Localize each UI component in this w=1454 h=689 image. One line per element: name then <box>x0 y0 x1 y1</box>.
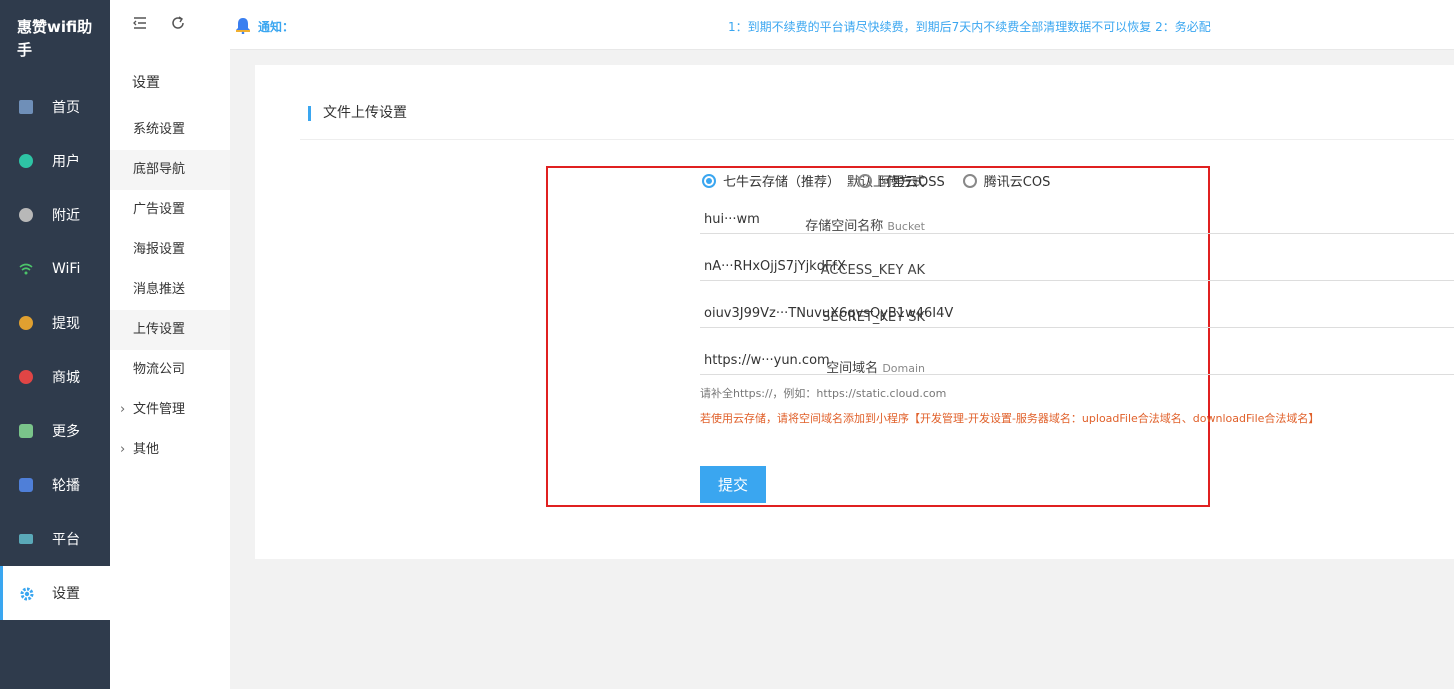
collapse-menu-icon[interactable] <box>132 15 148 35</box>
sub-item-other[interactable]: › 其他 <box>110 430 230 470</box>
nav-item-label: 用户 <box>52 154 80 170</box>
wifi-icon <box>19 262 33 276</box>
nav-item-wifi[interactable]: WiFi <box>0 242 110 296</box>
sub-item-logistics[interactable]: 物流公司 <box>110 350 230 390</box>
section-title: 文件上传设置 <box>308 106 407 121</box>
nav-item-settings[interactable]: 设置 <box>0 566 110 620</box>
upload-settings-card: 文件上传设置 默认上传方式 七牛云存储（推荐） 阿里云OSS 腾讯云COS 存储… <box>255 65 1454 559</box>
nav-item-label: 首页 <box>52 100 80 116</box>
sub-item-label: 文件管理 <box>133 402 186 417</box>
radio-label: 腾讯云COS <box>983 175 1051 190</box>
subnav-toolbar <box>110 0 230 50</box>
location-icon <box>19 208 33 222</box>
refresh-icon[interactable] <box>170 15 186 36</box>
nav-item-label: 轮播 <box>52 478 80 494</box>
coin-icon <box>19 316 33 330</box>
nav-item-home[interactable]: 首页 <box>0 80 110 134</box>
home-icon <box>19 100 33 114</box>
nav-item-shop[interactable]: 商城 <box>0 350 110 404</box>
carousel-icon <box>19 478 33 492</box>
nav-item-label: 提现 <box>52 316 80 332</box>
nav-item-label: 商城 <box>52 370 80 386</box>
nav-item-withdraw[interactable]: 提现 <box>0 296 110 350</box>
app-brand: 惠赞wifi助手 <box>17 18 93 59</box>
bell-icon <box>234 16 250 35</box>
notice-marquee: 1：到期不续费的平台请尽快续费，到期后7天内不续费全部清理数据不可以恢复 2：务… <box>728 20 1211 34</box>
nav-item-more[interactable]: 更多 <box>0 404 110 458</box>
radio-label: 阿里云OSS <box>879 175 945 190</box>
main-sidebar: 惠赞wifi助手 首页 用户 附近 WiFi 提现 商城 更多 轮播 平台 设置 <box>0 0 110 689</box>
domain-hint: 请补全https://，例如：https://static.cloud.com <box>700 387 947 400</box>
secret-key-input[interactable] <box>700 300 1454 328</box>
sub-item-label: 其他 <box>133 442 160 457</box>
domain-warning: 若使用云存储，请将空间域名添加到小程序【开发管理-开发设置-服务器域名：uplo… <box>700 412 1320 425</box>
monitor-icon <box>19 534 33 544</box>
nav-item-label: 附近 <box>52 208 80 224</box>
top-bar: 通知： 1：到期不续费的平台请尽快续费，到期后7天内不续费全部清理数据不可以恢复… <box>230 0 1454 50</box>
nav-item-carousel[interactable]: 轮播 <box>0 458 110 512</box>
sub-item-ads[interactable]: 广告设置 <box>110 190 230 230</box>
radio-tencent-cos[interactable]: 腾讯云COS <box>962 171 1051 190</box>
radio-unchecked-icon <box>962 173 977 188</box>
submit-button[interactable]: 提交 <box>700 466 766 503</box>
grid-icon <box>19 424 33 438</box>
subnav-title: 设置 <box>132 75 160 91</box>
nav-item-platform[interactable]: 平台 <box>0 512 110 566</box>
access-key-input[interactable] <box>700 253 1454 281</box>
gear-icon <box>19 586 34 601</box>
radio-checked-icon <box>702 173 716 188</box>
sub-item-poster[interactable]: 海报设置 <box>110 230 230 270</box>
main-nav: 首页 用户 附近 WiFi 提现 商城 更多 轮播 平台 设置 <box>0 80 110 620</box>
radio-unchecked-icon <box>858 173 873 188</box>
bucket-input[interactable] <box>700 206 1454 234</box>
sub-item-upload[interactable]: 上传设置 <box>110 310 230 350</box>
nav-item-label: 平台 <box>52 532 80 548</box>
nav-item-label: 更多 <box>52 424 80 440</box>
nav-item-label: WiFi <box>52 261 81 277</box>
user-icon <box>19 154 33 168</box>
nav-item-nearby[interactable]: 附近 <box>0 188 110 242</box>
nav-item-label: 设置 <box>52 586 80 602</box>
sub-item-files[interactable]: › 文件管理 <box>110 390 230 430</box>
shop-icon <box>19 370 33 384</box>
sub-item-system[interactable]: 系统设置 <box>110 110 230 150</box>
radio-aliyun-oss[interactable]: 阿里云OSS <box>858 171 945 190</box>
notice-label: 通知： <box>258 20 295 34</box>
sub-item-bottom-nav[interactable]: 底部导航 <box>110 150 230 190</box>
chevron-right-icon: › <box>120 402 126 417</box>
sub-sidebar: 设置 系统设置 底部导航 广告设置 海报设置 消息推送 上传设置 物流公司 › 文… <box>110 0 230 689</box>
radio-label: 七牛云存储（推荐） <box>723 175 841 190</box>
upload-method-radio-group: 七牛云存储（推荐） 阿里云OSS 腾讯云COS <box>702 171 1050 190</box>
divider <box>300 139 1454 140</box>
chevron-right-icon: › <box>120 442 126 457</box>
nav-item-users[interactable]: 用户 <box>0 134 110 188</box>
radio-qiniu[interactable]: 七牛云存储（推荐） <box>702 171 840 190</box>
sub-item-push[interactable]: 消息推送 <box>110 270 230 310</box>
domain-input[interactable] <box>700 347 1454 375</box>
